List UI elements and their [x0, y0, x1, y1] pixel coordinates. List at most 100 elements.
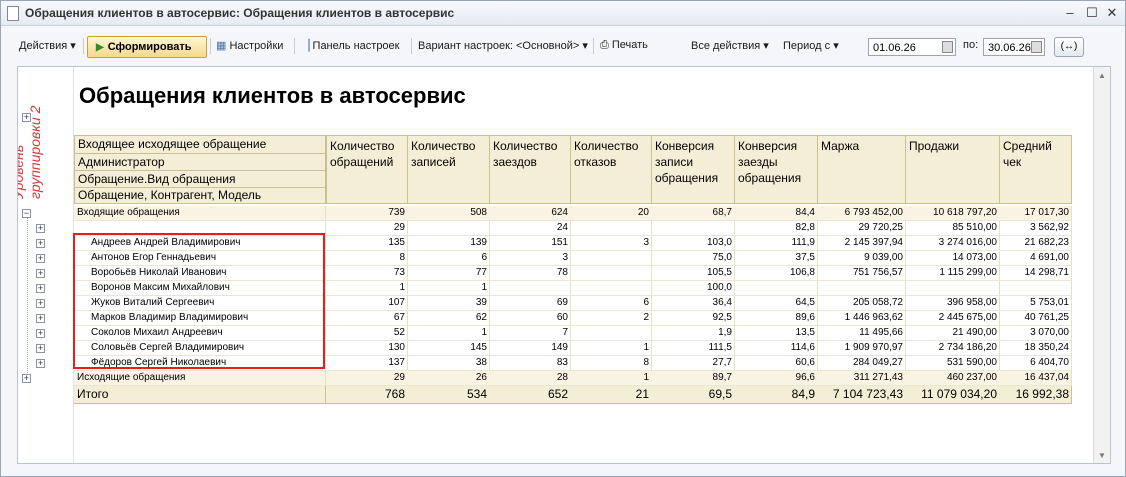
column-header: Количество заездов: [489, 135, 571, 204]
table-cell: 10 618 797,20: [905, 206, 1000, 221]
table-row[interactable]: Фёдоров Сергей Николаевич 137 38 83 8 27,7 60,…: [74, 356, 1072, 371]
table-cell: 40 761,25: [999, 311, 1072, 326]
period-select-button[interactable]: (↔): [1054, 37, 1084, 57]
period-menu[interactable]: Период с ▾: [783, 39, 839, 52]
table-cell: 92,5: [651, 311, 735, 326]
table-cell: 3 562,92: [999, 221, 1072, 236]
total-cell: 11 079 034,20: [905, 386, 1000, 404]
document-icon: [7, 6, 19, 21]
expand-icon[interactable]: +: [36, 329, 45, 338]
table-cell: 145: [407, 341, 490, 356]
table-cell: 38: [407, 356, 490, 371]
expand-icon[interactable]: +: [36, 239, 45, 248]
column-header: Конверсия записи обращения: [651, 135, 735, 204]
toolbar: Действия ▾ ▶ Сформировать ▦ Настройки ▕ П…: [1, 26, 1125, 64]
table-cell: 24: [489, 221, 571, 236]
actions-menu[interactable]: Действия ▾: [19, 39, 76, 52]
table-row[interactable]: Жуков Виталий Сергеевич 107 39 69 6 36,4 64,5 2…: [74, 296, 1072, 311]
settings-icon: ▦: [216, 40, 227, 52]
table-cell: 75,0: [651, 251, 735, 266]
settings-panel-button[interactable]: ▕ Панель настроек: [301, 39, 399, 52]
table-cell: 107: [326, 296, 408, 311]
table-cell: 29: [326, 371, 408, 386]
column-header: Средний чек: [999, 135, 1072, 204]
all-actions-menu[interactable]: Все действия ▾: [691, 39, 769, 52]
collapse-icon[interactable]: −: [22, 209, 31, 218]
table-row[interactable]: Антонов Егор Геннадьевич 8 6 3 75,0 37,5 9 039…: [74, 251, 1072, 266]
print-button[interactable]: ⎙ Печать: [600, 39, 648, 52]
group-row[interactable]: Исходящие обращения 29 26 28 1 89,7 96,6 311 27…: [74, 371, 1072, 386]
minimize-icon[interactable]: –: [1061, 4, 1079, 22]
table-cell: 103,0: [651, 236, 735, 251]
date-to-field[interactable]: 30.06.26: [983, 38, 1045, 56]
expand-icon[interactable]: +: [36, 284, 45, 293]
table-cell: 106,8: [734, 266, 818, 281]
table-cell: 1: [407, 281, 490, 296]
table-cell: 14 298,71: [999, 266, 1072, 281]
table-row[interactable]: Воробьёв Николай Иванович 73 77 78 105,5 106,…: [74, 266, 1072, 281]
table-cell: 3 070,00: [999, 326, 1072, 341]
table-cell: 2 145 397,94: [817, 236, 906, 251]
table-row[interactable]: Андреев Андрей Владимирович 135 139 151 3 103…: [74, 236, 1072, 251]
table-row[interactable]: Соколов Михаил Андреевич 52 1 7 1,9 13,5 11 49…: [74, 326, 1072, 341]
table-cell: 396 958,00: [905, 296, 1000, 311]
table-cell: 460 237,00: [905, 371, 1000, 386]
column-header: Количество записей: [407, 135, 490, 204]
table-row[interactable]: Соловьёв Сергей Владимирович 130 145 149 1 11…: [74, 341, 1072, 356]
title-bar: Обращения клиентов в автосервис: Обращен…: [1, 1, 1125, 26]
table-cell: 6: [407, 251, 490, 266]
table-row[interactable]: 29 24 82,8 29 720,25 85 510,00 3 562,92: [74, 221, 1072, 236]
table-cell: [489, 281, 571, 296]
calendar-icon[interactable]: [942, 41, 953, 53]
table-cell: 1,9: [651, 326, 735, 341]
expand-icon[interactable]: +: [36, 224, 45, 233]
table-row[interactable]: Марков Владимир Владимирович 67 62 60 2 92,5 8…: [74, 311, 1072, 326]
table-cell: 60: [489, 311, 571, 326]
vertical-scrollbar[interactable]: ▲ ▼: [1093, 67, 1110, 463]
expand-icon[interactable]: +: [36, 299, 45, 308]
expand-icon[interactable]: +: [22, 374, 31, 383]
close-icon[interactable]: ✕: [1103, 4, 1121, 22]
scroll-down-icon[interactable]: ▼: [1096, 451, 1108, 460]
expand-icon[interactable]: +: [36, 254, 45, 263]
table-cell: 111,5: [651, 341, 735, 356]
expand-icon[interactable]: +: [36, 314, 45, 323]
total-cell: 84,9: [734, 386, 818, 404]
total-label: Итого: [74, 386, 326, 404]
group-row[interactable]: Входящие обращения 739 508 624 20 68,7 84,4 6 7…: [74, 206, 1072, 221]
settings-button[interactable]: ▦ Настройки: [216, 39, 283, 52]
table-cell: 8: [326, 251, 408, 266]
table-cell: 205 058,72: [817, 296, 906, 311]
settings-variant-menu[interactable]: Вариант настроек: <Основной> ▾: [418, 39, 588, 52]
table-cell: 28: [489, 371, 571, 386]
table-cell: 624: [489, 206, 571, 221]
table-cell: 60,6: [734, 356, 818, 371]
total-cell: 16 992,38: [999, 386, 1072, 404]
table-cell: 96,6: [734, 371, 818, 386]
table-cell: 1 909 970,97: [817, 341, 906, 356]
expand-icon[interactable]: +: [36, 269, 45, 278]
expand-icon[interactable]: +: [36, 344, 45, 353]
scroll-up-icon[interactable]: ▲: [1096, 71, 1108, 80]
row-label: Соколов Михаил Андреевич: [74, 326, 326, 341]
table-cell: 105,5: [651, 266, 735, 281]
table-cell: [570, 326, 652, 341]
column-header: Маржа: [817, 135, 906, 204]
total-cell: 768: [326, 386, 408, 404]
row-label: Входящие обращения: [74, 206, 326, 221]
form-report-button[interactable]: ▶ Сформировать: [87, 36, 207, 58]
table-cell: 17 017,30: [999, 206, 1072, 221]
expand-icon[interactable]: +: [36, 359, 45, 368]
table-cell: 6 404,70: [999, 356, 1072, 371]
table-cell: [570, 251, 652, 266]
table-row[interactable]: Воронов Максим Михайлович 1 1 100,0: [74, 281, 1072, 296]
column-header: Количество отказов: [570, 135, 652, 204]
table-cell: 89,6: [734, 311, 818, 326]
table-cell: 2: [570, 311, 652, 326]
maximize-icon[interactable]: ☐: [1083, 4, 1101, 22]
calendar-icon[interactable]: [1031, 41, 1042, 53]
table-cell: 36,4: [651, 296, 735, 311]
table-cell: 4 691,00: [999, 251, 1072, 266]
date-from-field[interactable]: 01.06.26: [868, 38, 956, 56]
table-cell: 85 510,00: [905, 221, 1000, 236]
